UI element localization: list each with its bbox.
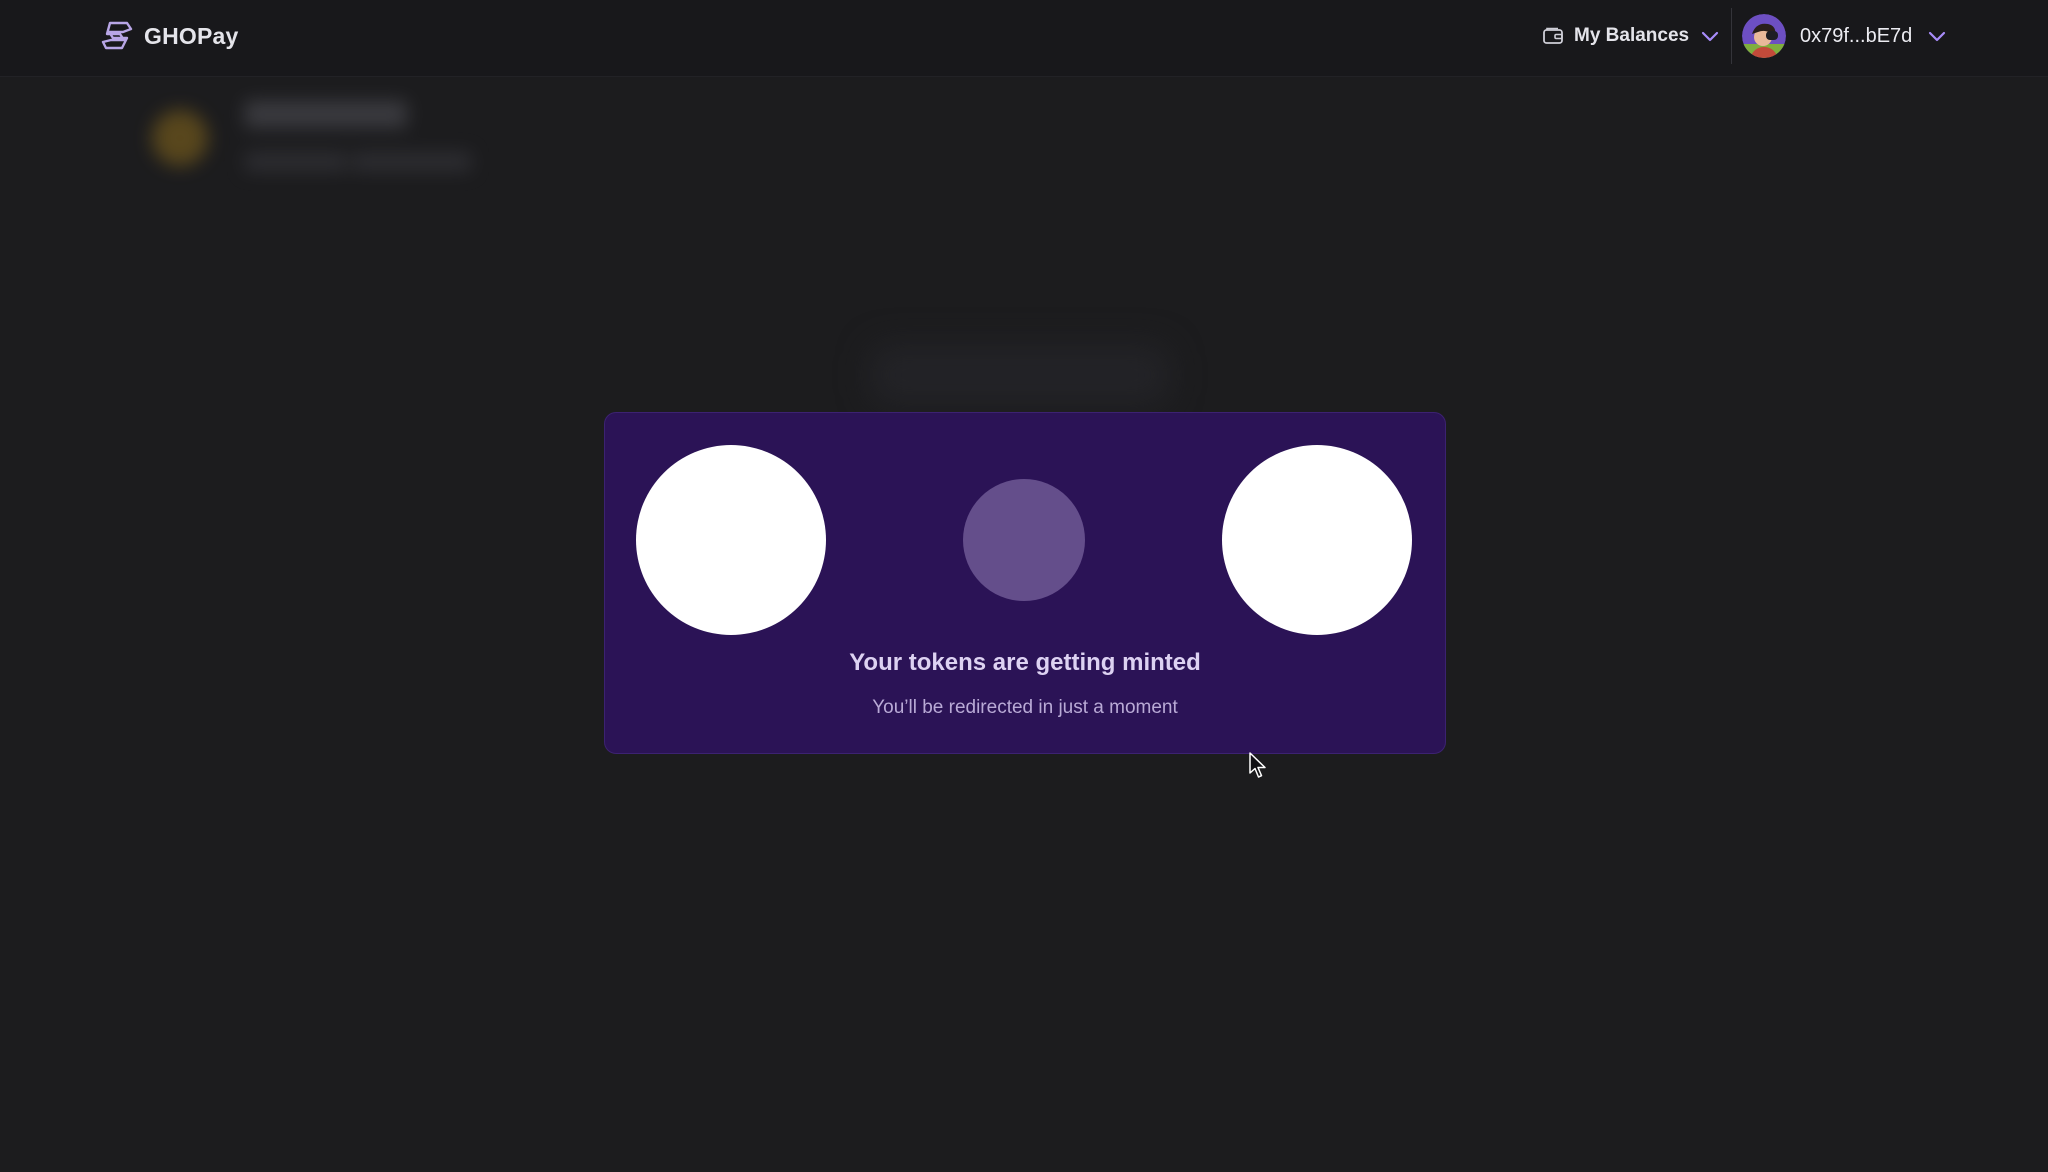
modal-subtitle: You’ll be redirected in just a moment: [872, 697, 1178, 718]
top-navigation-bar: GHOPay My Balances 0x79f...bE7d: [0, 0, 2048, 77]
loader-dot-left: [636, 445, 826, 635]
loader-dot-right: [1222, 445, 1412, 635]
ghopay-logo-icon: [101, 21, 133, 50]
my-balances-label: My Balances: [1574, 25, 1690, 46]
wallet-icon: [1543, 27, 1563, 44]
account-dropdown[interactable]: 0x79f...bE7d: [1742, 13, 1948, 59]
header-divider: [1731, 8, 1732, 64]
blurred-token-icon: [152, 110, 208, 166]
blurred-subtitle: ▆▆▆▆▆▆ ▆▆▆▆▆▆▆: [245, 146, 472, 171]
chevron-down-icon: [1929, 31, 1946, 42]
wallet-address: 0x79f...bE7d: [1800, 24, 1913, 47]
modal-title: Your tokens are getting minted: [849, 649, 1201, 676]
avatar: [1742, 14, 1786, 58]
my-balances-dropdown[interactable]: My Balances: [1542, 20, 1721, 52]
chevron-down-icon: [1702, 31, 1719, 42]
minting-progress-modal: Your tokens are getting minted You’ll be…: [604, 412, 1446, 754]
loader-dot-middle: [963, 479, 1085, 601]
blurred-title: ▆▆▆▆▆▆▆: [245, 94, 407, 127]
blurred-background-content: [870, 345, 1170, 405]
brand-name: GHOPay: [144, 22, 239, 49]
brand-home-link[interactable]: GHOPay: [100, 18, 239, 54]
blurred-background-card: ▆▆▆▆▆▆▆ ▆▆▆▆▆▆ ▆▆▆▆▆▆▆: [140, 88, 500, 188]
mouse-cursor-icon: [1249, 752, 1266, 778]
